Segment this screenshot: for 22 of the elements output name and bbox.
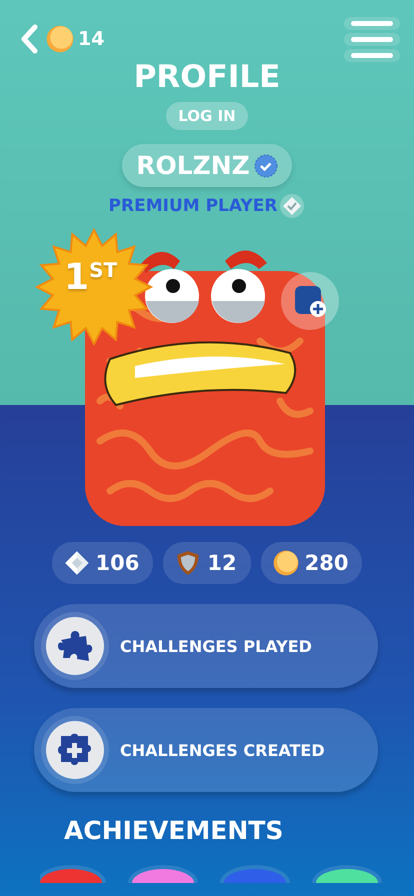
- achievement-badge[interactable]: [224, 869, 286, 883]
- diamond-badge-icon: [279, 193, 306, 219]
- stat-value: 12: [207, 551, 237, 575]
- stat-value: 280: [304, 551, 348, 575]
- challenges-played-button[interactable]: CHALLENGES PLAYED: [34, 604, 378, 688]
- challenges-created-button[interactable]: CHALLENGES CREATED: [34, 708, 378, 792]
- diamond-icon: [64, 550, 90, 576]
- premium-status: PREMIUM PLAYER: [108, 196, 278, 216]
- shield-icon: [175, 550, 202, 576]
- achievement-badge[interactable]: [40, 869, 102, 883]
- coin-icon: [46, 25, 74, 53]
- menu-button[interactable]: [344, 16, 400, 62]
- achievements-heading: ACHIEVEMENTS: [64, 818, 284, 843]
- username: ROLZNZ: [136, 151, 250, 180]
- coin-count: 14: [78, 28, 104, 50]
- avatar-add-icon: [293, 284, 327, 318]
- stat-value: 106: [96, 551, 140, 575]
- page-title: PROFILE: [132, 62, 282, 93]
- achievement-badge[interactable]: [316, 869, 378, 883]
- rank-label: 1$^{ST}$: [64, 260, 118, 296]
- coin-icon: [272, 550, 299, 576]
- achievement-badge[interactable]: [132, 869, 194, 883]
